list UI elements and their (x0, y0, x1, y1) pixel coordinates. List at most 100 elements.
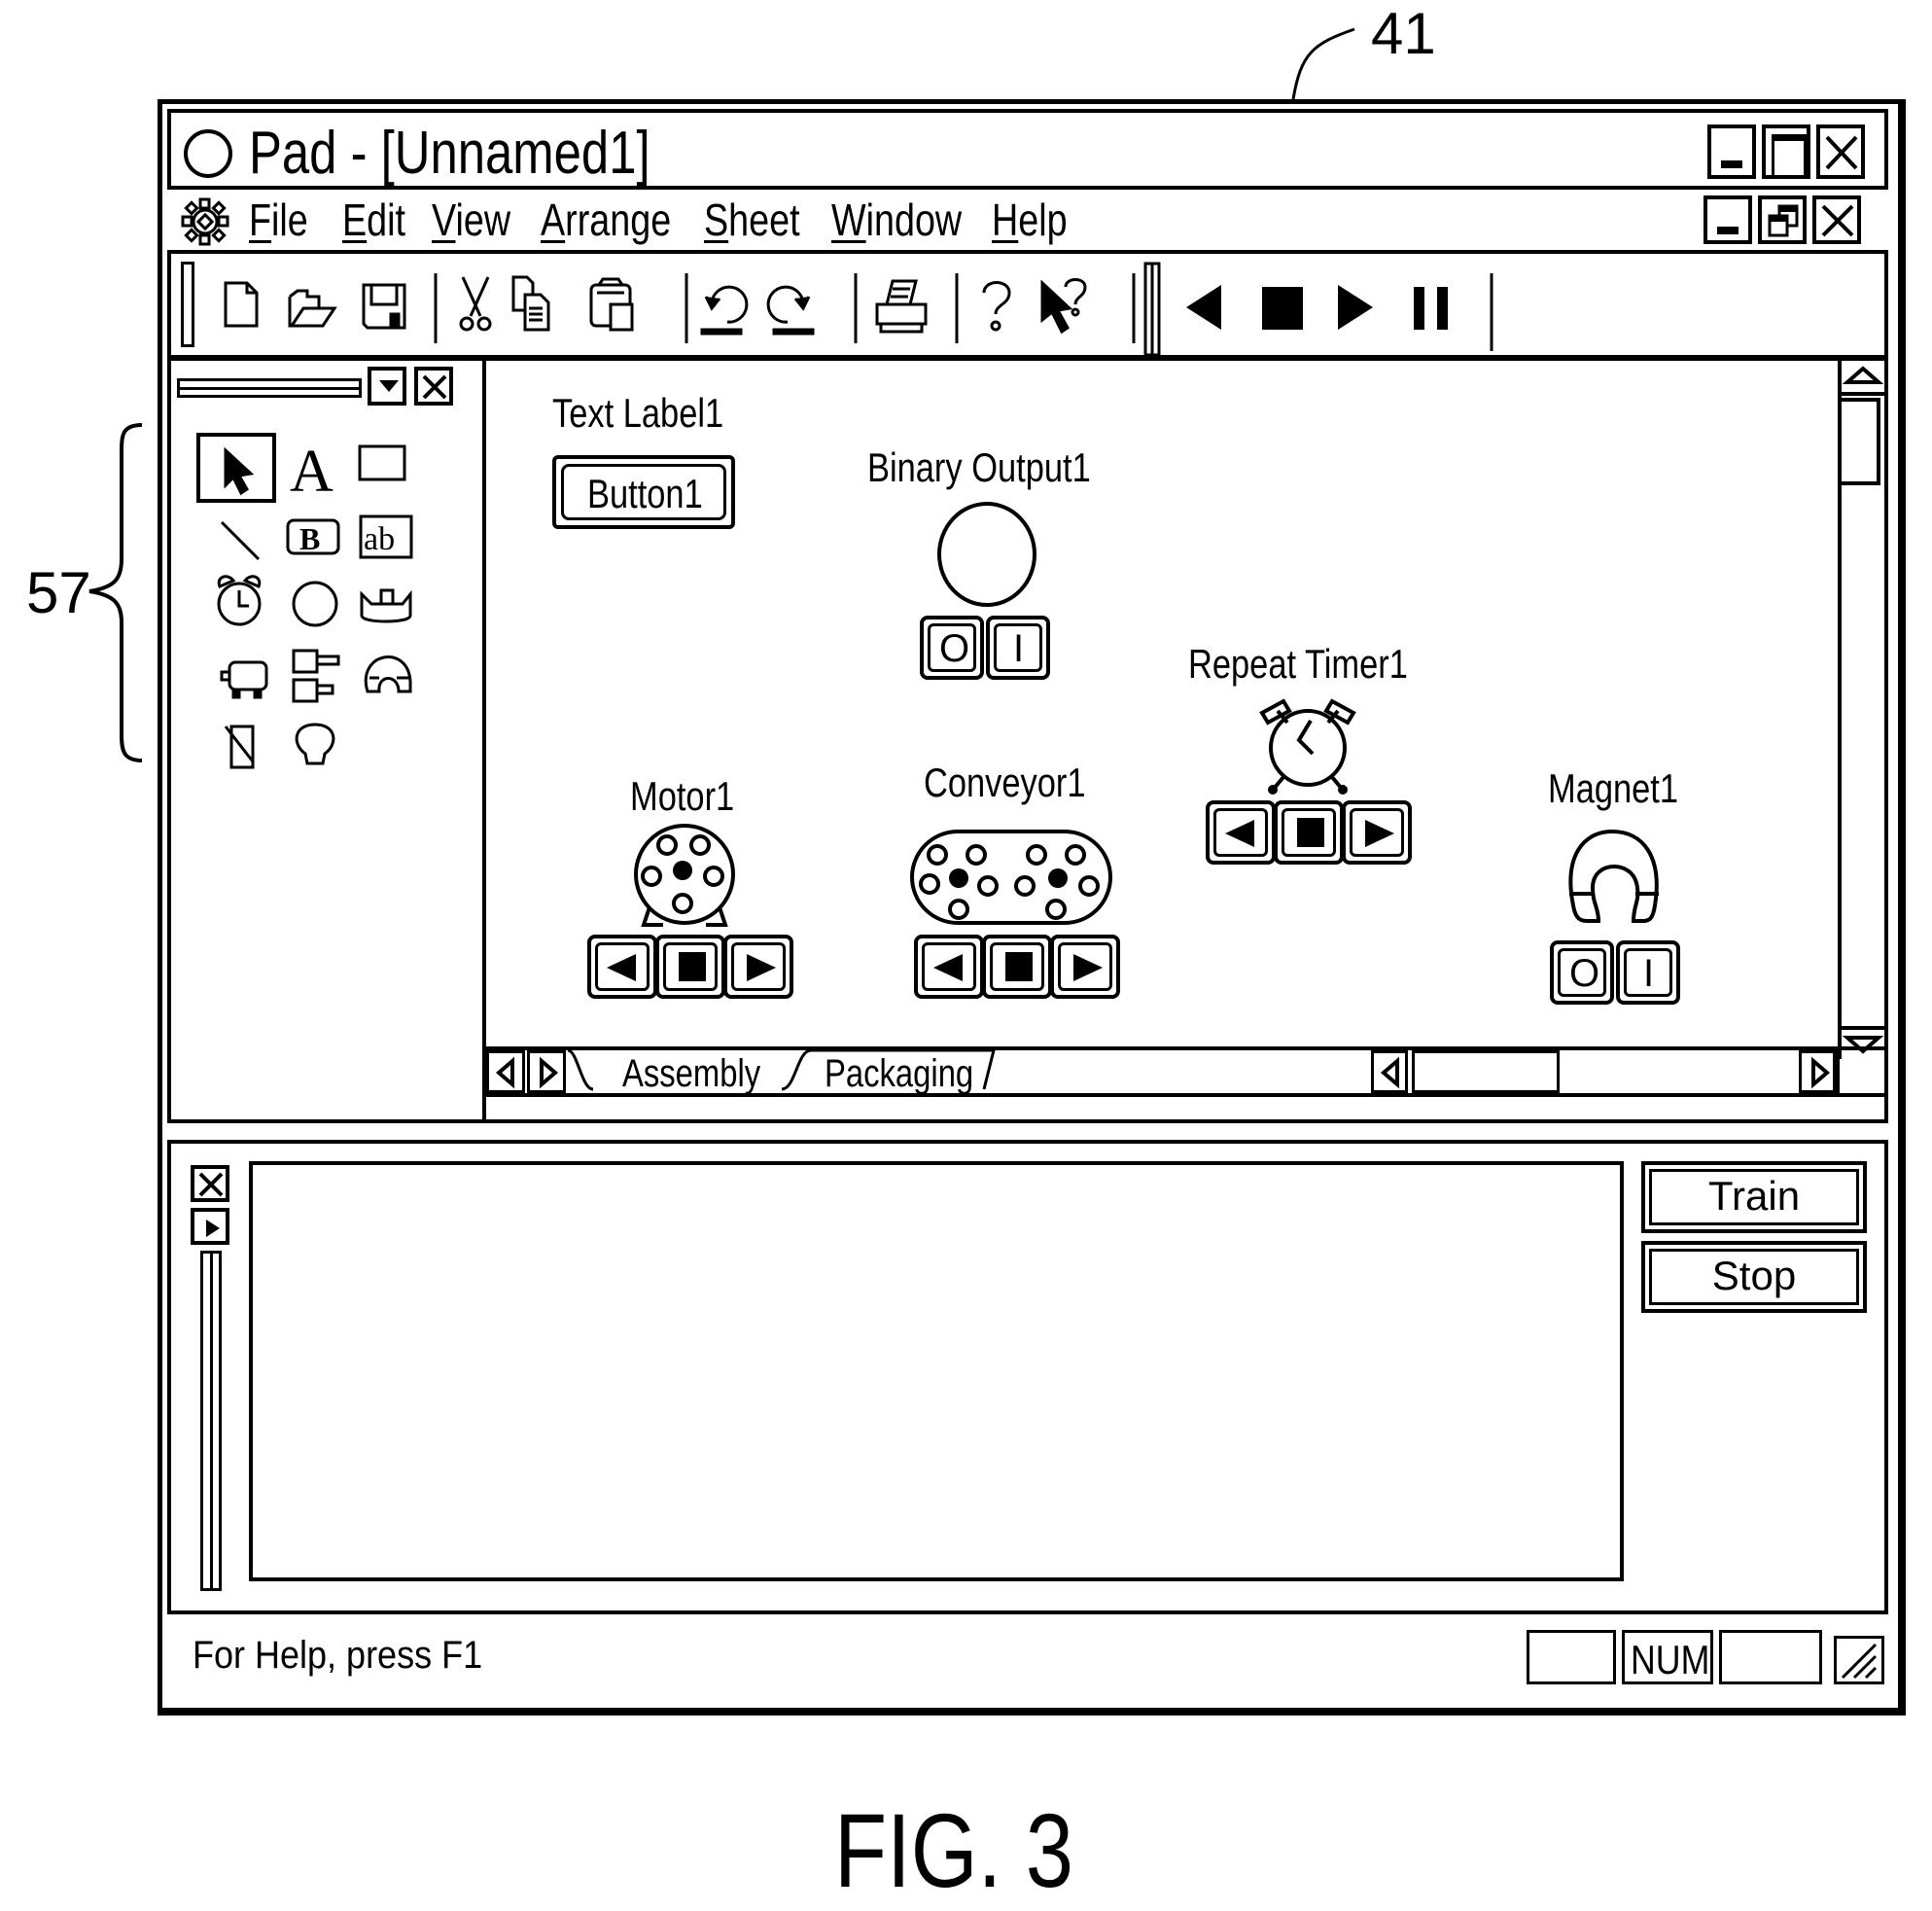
pause-button[interactable] (1404, 273, 1457, 341)
tool-timer[interactable] (210, 577, 272, 635)
resize-grip[interactable] (1834, 1636, 1884, 1684)
sheet-canvas[interactable]: Text Label1 Button1 Binary Output1 O I R… (486, 361, 1840, 1047)
horizontal-scroll-thumb[interactable] (1412, 1050, 1560, 1093)
tool-motor[interactable] (210, 645, 272, 703)
tool-text-field[interactable] (352, 513, 414, 569)
output-expand-button[interactable] (191, 1208, 229, 1245)
tool-magnet[interactable] (352, 645, 414, 703)
stop-button[interactable]: Stop (1641, 1241, 1867, 1313)
tab-packaging[interactable]: Packaging (825, 1052, 973, 1096)
conveyor-forward-button[interactable] (1050, 935, 1120, 999)
conveyor-reverse-button[interactable] (914, 935, 984, 999)
new-button[interactable] (210, 269, 268, 337)
restore-icon (1768, 204, 1799, 237)
tool-binary-output[interactable] (280, 577, 342, 635)
motor-reverse-button[interactable] (587, 935, 657, 999)
gear-icon[interactable] (181, 197, 229, 246)
binary-output-off-button[interactable]: O (920, 616, 984, 680)
close-button[interactable] (1816, 124, 1865, 179)
output-splitter-handle[interactable] (200, 1251, 222, 1591)
print-button[interactable] (871, 269, 931, 337)
child-restore-button[interactable] (1758, 195, 1807, 244)
tool-sensor[interactable] (280, 645, 342, 703)
tool-conveyor[interactable] (352, 577, 414, 635)
stop-run-button[interactable] (1252, 273, 1311, 341)
tab-assembly[interactable]: Assembly (622, 1052, 760, 1096)
tool-pointer[interactable] (198, 435, 274, 501)
scroll-up-button[interactable] (1842, 361, 1884, 396)
title-bar[interactable]: Pad - [Unnamed1] (167, 109, 1888, 190)
open-button[interactable] (280, 269, 340, 337)
conveyor-stop-button[interactable] (982, 935, 1052, 999)
minimize-button[interactable] (1707, 124, 1756, 179)
off-symbol: O (1569, 952, 1600, 995)
menu-label: iew (455, 195, 511, 245)
child-minimize-button[interactable] (1704, 195, 1752, 244)
stop-icon (679, 952, 706, 981)
menu-window[interactable]: Window (831, 194, 962, 246)
play-button[interactable] (1330, 273, 1383, 341)
help-button[interactable] (974, 269, 1019, 337)
paste-button[interactable] (587, 269, 638, 337)
rewind-icon (607, 954, 636, 981)
output-close-button[interactable] (191, 1165, 229, 1202)
repeat-timer-label: Repeat Timer1 (1188, 641, 1408, 687)
close-icon (198, 1172, 224, 1197)
on-symbol: I (1013, 627, 1025, 670)
tool-rectangle[interactable] (352, 439, 414, 501)
text-label-object[interactable]: Text Label1 (552, 390, 723, 437)
play-icon (206, 1220, 220, 1237)
timer-stop-button[interactable] (1274, 800, 1344, 865)
undo-button[interactable] (698, 269, 747, 337)
tab-scroll-right-button[interactable] (527, 1050, 566, 1093)
magnet-on-button[interactable]: I (1616, 940, 1680, 1005)
figure-caption: FIG. 3 (834, 1791, 1074, 1909)
magnet-off-button[interactable]: O (1550, 940, 1614, 1005)
motor-label: Motor1 (630, 773, 735, 819)
status-indicator-scroll (1719, 1630, 1822, 1684)
train-button[interactable]: Train (1641, 1161, 1867, 1233)
binary-output-on-button[interactable]: I (986, 616, 1050, 680)
menu-label: indow (865, 195, 963, 245)
menu-label: rrange (565, 195, 672, 245)
menu-bar: File Edit View Arrange Sheet Window Help (167, 190, 1888, 250)
menu-accel: S (704, 195, 729, 245)
maximize-icon (1772, 134, 1807, 179)
output-text-area[interactable] (249, 1161, 1624, 1581)
vertical-scroll-thumb[interactable] (1842, 398, 1880, 485)
menu-accel: W (831, 195, 866, 245)
timer-reverse-button[interactable] (1206, 800, 1276, 865)
hscroll-right-button[interactable] (1799, 1050, 1836, 1093)
button1-object[interactable]: Button1 (552, 455, 735, 529)
timer-forward-button[interactable] (1342, 800, 1412, 865)
menu-view[interactable]: View (432, 194, 510, 246)
cut-button[interactable] (453, 269, 498, 337)
tool-text[interactable] (280, 439, 342, 501)
tool-light[interactable] (280, 717, 342, 775)
tab-scroll-left-button[interactable] (486, 1050, 525, 1093)
hscroll-left-button[interactable] (1371, 1050, 1408, 1093)
context-help-button[interactable] (1035, 269, 1093, 337)
menu-edit[interactable]: Edit (342, 194, 405, 246)
tool-switch[interactable] (210, 717, 272, 775)
child-close-button[interactable] (1812, 195, 1861, 244)
menu-file[interactable]: File (249, 194, 308, 246)
tool-line[interactable] (210, 513, 272, 569)
menu-sheet[interactable]: Sheet (704, 194, 800, 246)
vertical-scrollbar[interactable] (1838, 361, 1884, 1059)
menu-accel: F (249, 195, 272, 245)
menu-arrange[interactable]: Arrange (541, 194, 671, 246)
save-button[interactable] (352, 269, 412, 337)
redo-button[interactable] (768, 269, 817, 337)
tool-button[interactable] (280, 513, 342, 569)
rewind-button[interactable] (1178, 273, 1231, 341)
leader-41 (1291, 27, 1355, 100)
maximize-button[interactable] (1762, 124, 1810, 179)
motor-stop-button[interactable] (655, 935, 725, 999)
magnet-label: Magnet1 (1548, 765, 1679, 811)
menu-help[interactable]: Help (992, 194, 1068, 246)
conveyor-label: Conveyor1 (924, 760, 1086, 805)
motor-forward-button[interactable] (723, 935, 793, 999)
copy-button[interactable] (508, 269, 556, 337)
menu-accel: V (432, 195, 456, 245)
